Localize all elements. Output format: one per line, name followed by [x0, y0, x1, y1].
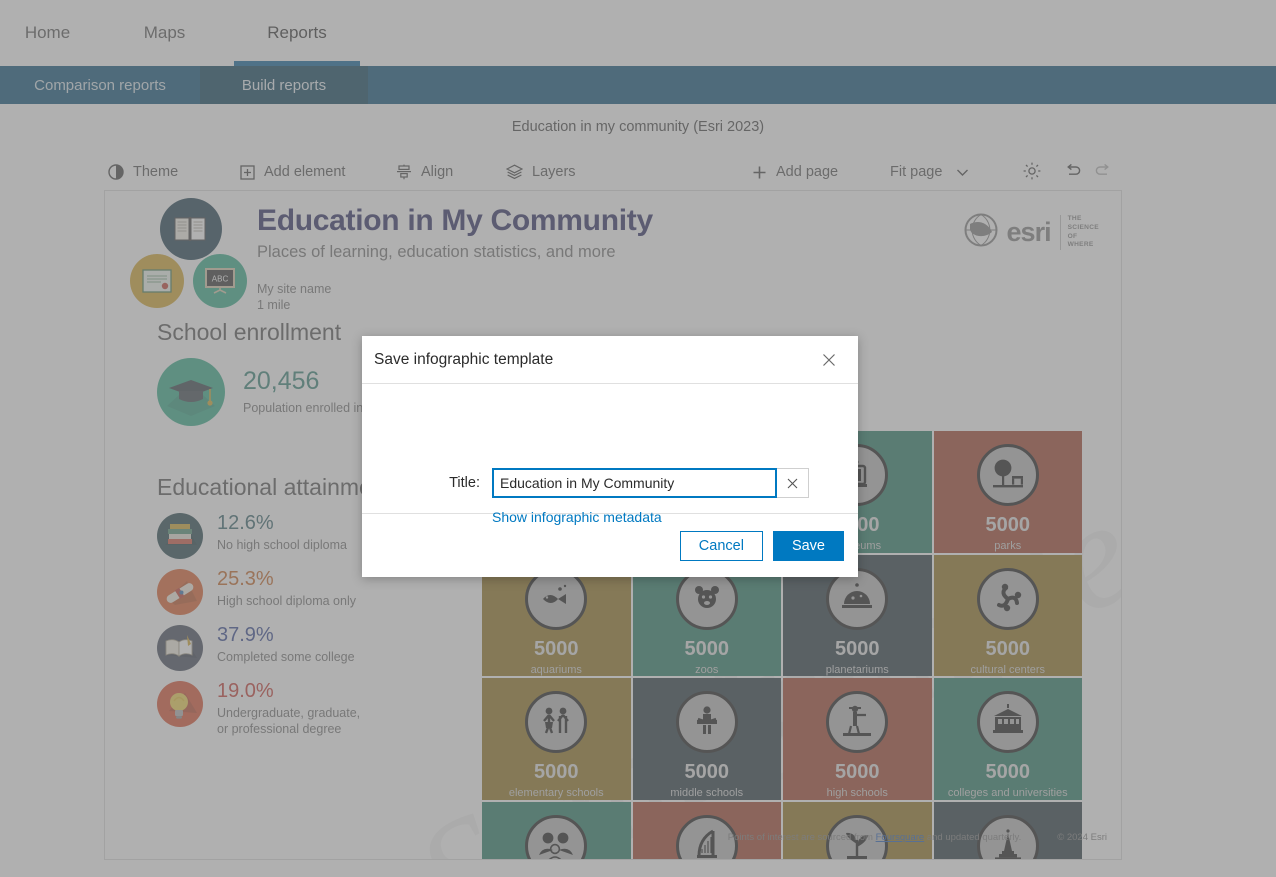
- dialog-body: Title: Show infographic metadata: [362, 384, 858, 525]
- application-window: Home Maps Reports Comparison reports Bui…: [0, 0, 1276, 877]
- save-infographic-template-dialog: Save infographic template Title: Show in…: [362, 336, 858, 577]
- dialog-header: Save infographic template: [362, 336, 858, 384]
- show-infographic-metadata-link[interactable]: Show infographic metadata: [492, 509, 662, 525]
- close-icon[interactable]: [818, 349, 840, 371]
- clear-title-icon[interactable]: [777, 468, 809, 498]
- title-input[interactable]: [492, 468, 777, 498]
- title-field-row: Title:: [362, 468, 858, 498]
- cancel-button[interactable]: Cancel: [679, 530, 763, 561]
- title-field-label: Title:: [449, 475, 480, 491]
- save-button[interactable]: Save: [772, 530, 844, 561]
- dialog-title: Save infographic template: [374, 350, 554, 368]
